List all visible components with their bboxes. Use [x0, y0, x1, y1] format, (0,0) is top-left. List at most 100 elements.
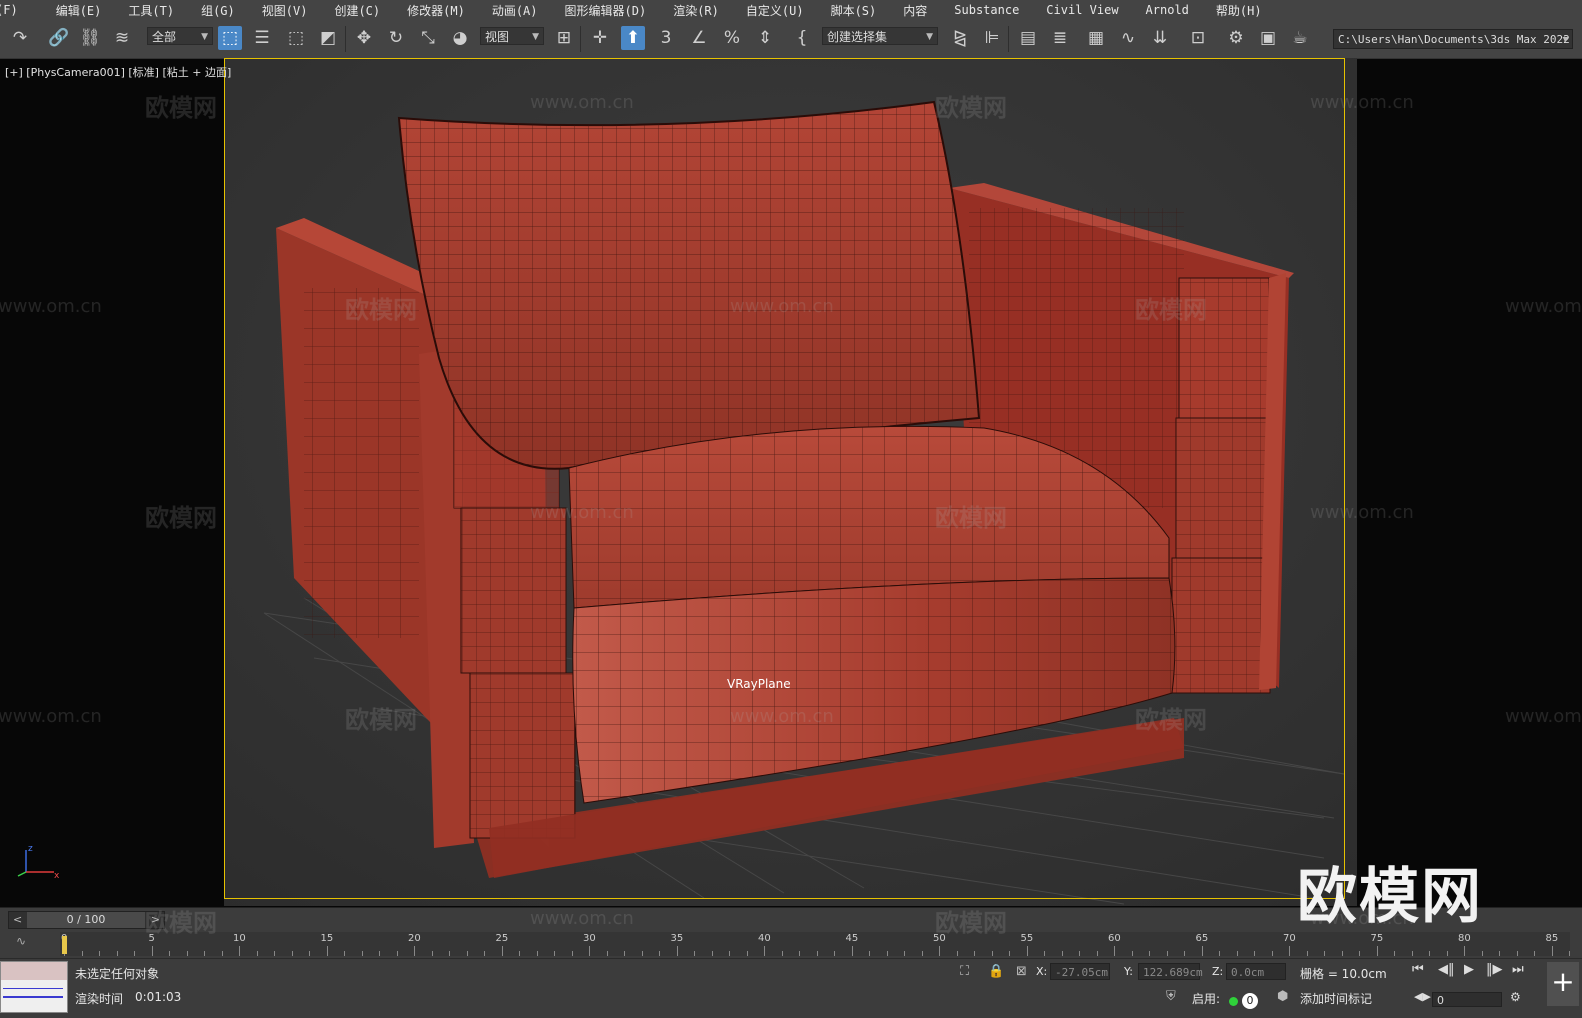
render-production-icon[interactable]: ☕	[1288, 26, 1312, 50]
key-mode-icon[interactable]: ◀▶	[1414, 990, 1431, 1003]
menu-content[interactable]: 内容	[903, 2, 927, 19]
menu-create[interactable]: 创建(C)	[334, 2, 380, 19]
timeline-tick-label: 60	[1108, 933, 1121, 944]
timeline-tick	[1429, 951, 1430, 956]
align-icon[interactable]: ⊫	[980, 26, 1004, 50]
bind-space-warp-icon[interactable]: ≋	[110, 26, 134, 50]
timeline-tick	[764, 946, 765, 956]
schematic-view-icon[interactable]: ⇊	[1148, 26, 1172, 50]
menu-modifiers[interactable]: 修改器(M)	[407, 2, 465, 19]
timeline-tick	[1446, 951, 1448, 956]
pivot-center-icon[interactable]: ⊞	[552, 26, 576, 50]
select-manipulate-icon[interactable]: ✛	[588, 26, 612, 50]
play-icon[interactable]: ▶	[1464, 962, 1474, 977]
viewport-label[interactable]: [+] [PhysCamera001] [标准] [粘土 + 边面]	[5, 64, 231, 80]
menu-file[interactable]: (F)	[0, 3, 18, 17]
time-slider-knob[interactable]: 0 / 100	[27, 912, 145, 928]
timeline-tick	[519, 951, 520, 956]
timeline-tick	[1149, 951, 1150, 956]
timeline-tick	[1411, 951, 1413, 956]
watermark-site: www.om.cn	[0, 296, 102, 317]
z-coordinate-field[interactable]: 0.0cm	[1226, 963, 1286, 980]
chevron-left-icon[interactable]: <	[13, 912, 22, 928]
menu-views[interactable]: 视图(V)	[262, 2, 308, 19]
select-by-name-icon[interactable]: ☰	[250, 26, 274, 50]
timeline-ruler[interactable]: 0510152025303540455055606570758085	[60, 932, 1570, 956]
menu-arnold[interactable]: Arnold	[1146, 3, 1189, 17]
menu-help[interactable]: 帮助(H)	[1216, 2, 1262, 19]
next-frame-icon[interactable]: ‖▶	[1486, 962, 1503, 977]
goto-start-icon[interactable]: ⏮	[1412, 962, 1424, 977]
scale-icon[interactable]: ⤡	[416, 26, 440, 50]
timeline-tick	[816, 951, 818, 956]
rotate-icon[interactable]: ↻	[384, 26, 408, 50]
menu-tools[interactable]: 工具(T)	[128, 2, 174, 19]
snaps-toggle-icon[interactable]: 3	[654, 26, 678, 50]
menu-group[interactable]: 组(G)	[201, 2, 235, 19]
redo-icon[interactable]: ↷	[8, 26, 32, 50]
absolute-mode-icon[interactable]: ⊠	[1016, 964, 1027, 979]
named-selection-dropdown[interactable]: 创建选择集 ▼	[822, 27, 938, 45]
unlink-icon[interactable]: ⛓	[78, 26, 102, 50]
enable-count-badge[interactable]: 0	[1242, 993, 1258, 1009]
rendered-frame-window-icon[interactable]: ▣	[1256, 26, 1280, 50]
ribbon-icon[interactable]: ▦	[1084, 26, 1108, 50]
previous-frame-icon[interactable]: ◀‖	[1438, 962, 1455, 977]
percent-snap-icon[interactable]: %	[720, 26, 744, 50]
time-tag-icon[interactable]: ⬢	[1277, 989, 1288, 1004]
menu-scripting[interactable]: 脚本(S)	[831, 2, 877, 19]
timeline-tick	[326, 946, 328, 956]
angle-snap-icon[interactable]: ∠	[687, 26, 711, 50]
timeline-tick	[1254, 951, 1255, 956]
link-icon[interactable]: 🔗	[47, 26, 71, 50]
y-coordinate-field[interactable]: 122.689cm	[1138, 963, 1203, 980]
menu-substance[interactable]: Substance	[954, 3, 1019, 17]
mirror-icon[interactable]: ⧎	[948, 26, 972, 50]
placement-icon[interactable]: ◕	[448, 26, 472, 50]
add-viewport-button[interactable]: +	[1547, 962, 1579, 1006]
isolate-selection-icon[interactable]: ⛶	[960, 964, 969, 979]
render-time-value: 0:01:03	[135, 990, 182, 1004]
edit-named-selection-icon[interactable]: {	[790, 26, 814, 50]
time-config-icon[interactable]: ⚙	[1510, 990, 1521, 1004]
goto-end-icon[interactable]: ⏭	[1512, 962, 1524, 977]
mini-curve-editor-icon[interactable]: ∿	[16, 934, 26, 948]
add-time-tag-label[interactable]: 添加时间标记	[1300, 990, 1372, 1007]
scene-explorer-icon[interactable]: ▤	[1016, 26, 1040, 50]
menu-customize[interactable]: 自定义(U)	[746, 2, 804, 19]
material-editor-icon[interactable]: ⊡	[1186, 26, 1210, 50]
spinner-snap-icon[interactable]: ⇕	[753, 26, 777, 50]
menu-civil-view[interactable]: Civil View	[1046, 3, 1118, 17]
lock-icon[interactable]: 🔒	[988, 964, 1004, 979]
menu-rendering[interactable]: 渲染(R)	[673, 2, 719, 19]
time-slider[interactable]: < 0 / 100 >	[8, 911, 165, 929]
shield-icon[interactable]: ⛨	[1166, 989, 1176, 1004]
render-time-label: 渲染时间	[75, 992, 124, 1006]
named-selection-label: 创建选择集	[827, 30, 888, 44]
menu-edit[interactable]: 编辑(E)	[56, 2, 102, 19]
layer-explorer-icon[interactable]: ≣	[1048, 26, 1072, 50]
move-icon[interactable]: ✥	[352, 26, 376, 50]
timeline-tick	[694, 951, 695, 956]
current-frame-field[interactable]: 0	[1432, 992, 1502, 1007]
menu-animation[interactable]: 动画(A)	[492, 2, 538, 19]
rectangle-selection-icon[interactable]: ⬚	[284, 26, 308, 50]
toolbar-divider	[345, 26, 346, 52]
render-setup-icon[interactable]: ⚙	[1224, 26, 1248, 50]
timeline-tick	[344, 951, 345, 956]
keyboard-shortcut-override-icon[interactable]: ⬆	[621, 26, 645, 50]
selection-filter-dropdown[interactable]: 全部 ▼	[147, 27, 213, 45]
curve-editor-icon[interactable]: ∿	[1116, 26, 1140, 50]
maxscript-listener-mini[interactable]	[0, 961, 68, 1013]
x-coordinate-field[interactable]: -27.05cm	[1050, 963, 1110, 980]
window-crossing-icon[interactable]: ◩	[316, 26, 340, 50]
camera-view[interactable]	[224, 58, 1357, 906]
menu-graph-editors[interactable]: 图形编辑器(D)	[565, 2, 647, 19]
x-label: X:	[1036, 965, 1048, 978]
project-path-field[interactable]: C:\Users\Han\Documents\3ds Max 2022 ▼	[1333, 29, 1573, 49]
current-frame-marker[interactable]	[62, 936, 67, 954]
select-object-icon[interactable]: ⬚	[218, 26, 242, 50]
timeline-tick	[239, 946, 240, 956]
timeline-tick	[1499, 951, 1500, 956]
reference-coord-dropdown[interactable]: 视图 ▼	[480, 27, 544, 45]
